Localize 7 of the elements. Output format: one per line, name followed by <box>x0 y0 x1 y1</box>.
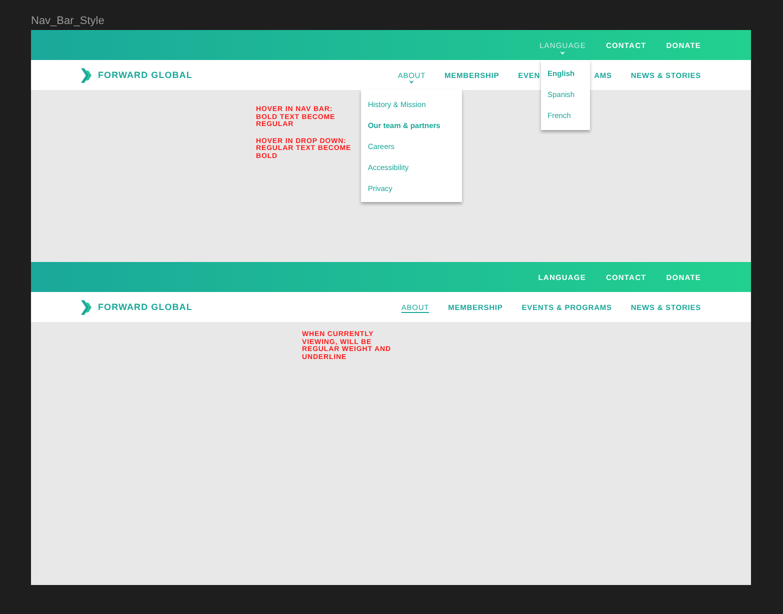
brand-name: FORWARD GLOBAL <box>98 70 192 80</box>
chevron-logo-icon <box>81 298 94 316</box>
caret-icon <box>560 51 566 55</box>
artboard-label: Nav_Bar_Style <box>31 15 104 27</box>
caret-icon <box>409 80 414 84</box>
brand-name: FORWARD GLOBAL <box>98 302 192 312</box>
chevron-logo-icon <box>81 66 94 84</box>
